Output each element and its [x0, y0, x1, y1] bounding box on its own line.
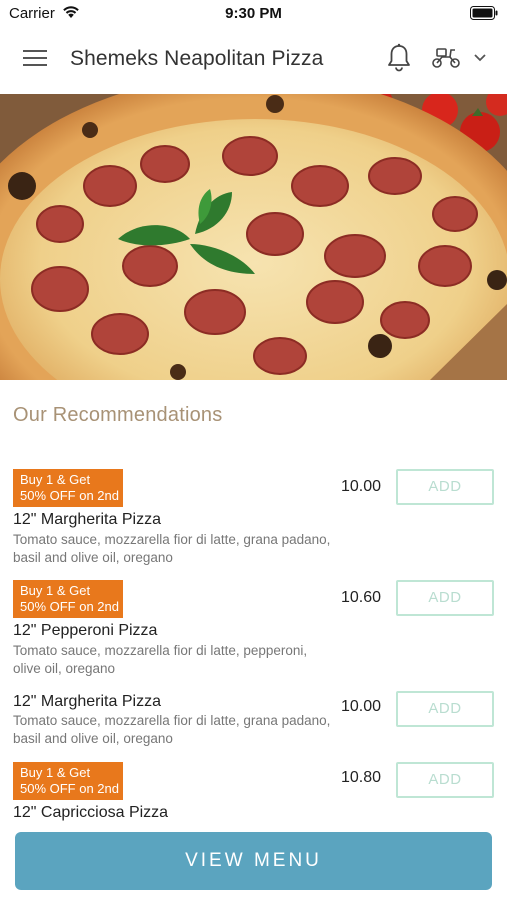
app-header: Shemeks Neapolitan Pizza: [0, 26, 507, 94]
hero-image: [0, 94, 507, 380]
chevron-down-icon[interactable]: [473, 53, 487, 63]
item-description: Tomato sauce, mozzarella fior di latte, …: [13, 532, 331, 565]
bell-icon[interactable]: [386, 43, 412, 73]
recommendations-title: Our Recommendations: [13, 404, 223, 426]
add-button[interactable]: ADD: [396, 580, 494, 616]
item-price: 10.80: [341, 769, 382, 786]
status-time: 9:30 PM: [225, 5, 282, 22]
item-name: 12" Margherita Pizza: [13, 693, 161, 710]
promo-line-2: 50% OFF on 2nd: [20, 599, 119, 614]
promo-badge: Buy 1 & Get 50% OFF on 2nd: [13, 580, 123, 618]
item-name: 12" Pepperoni Pizza: [13, 622, 158, 639]
view-menu-button[interactable]: VIEW MENU: [15, 832, 492, 890]
promo-line-2: 50% OFF on 2nd: [20, 488, 119, 503]
promo-badge: Buy 1 & Get 50% OFF on 2nd: [13, 762, 123, 800]
item-description: Tomato sauce, mozzarella fior di latte, …: [13, 713, 331, 746]
menu-icon[interactable]: [23, 48, 47, 68]
pepperoni-pizza-photo: [0, 94, 507, 380]
item-name: 12" Capricciosa Pizza: [13, 804, 169, 821]
add-button[interactable]: ADD: [396, 691, 494, 727]
battery-icon: [470, 6, 498, 20]
item-price: 10.00: [341, 478, 382, 495]
status-bar: Carrier 9:30 PM: [0, 0, 507, 26]
add-button[interactable]: ADD: [396, 762, 494, 798]
promo-line-1: Buy 1 & Get: [20, 583, 91, 598]
promo-badge: Buy 1 & Get 50% OFF on 2nd: [13, 469, 123, 507]
promo-line-2: 50% OFF on 2nd: [20, 781, 119, 796]
item-price: 10.60: [341, 589, 382, 606]
promo-line-1: Buy 1 & Get: [20, 472, 91, 487]
promo-line-1: Buy 1 & Get: [20, 765, 91, 780]
item-description: Tomato sauce, mozzarella fior di latte, …: [13, 643, 308, 676]
item-name: 12" Margherita Pizza: [13, 511, 161, 528]
add-button[interactable]: ADD: [396, 469, 494, 505]
item-price: 10.00: [341, 698, 382, 715]
scooter-icon[interactable]: [431, 46, 461, 70]
app-title: Shemeks Neapolitan Pizza: [70, 47, 324, 70]
